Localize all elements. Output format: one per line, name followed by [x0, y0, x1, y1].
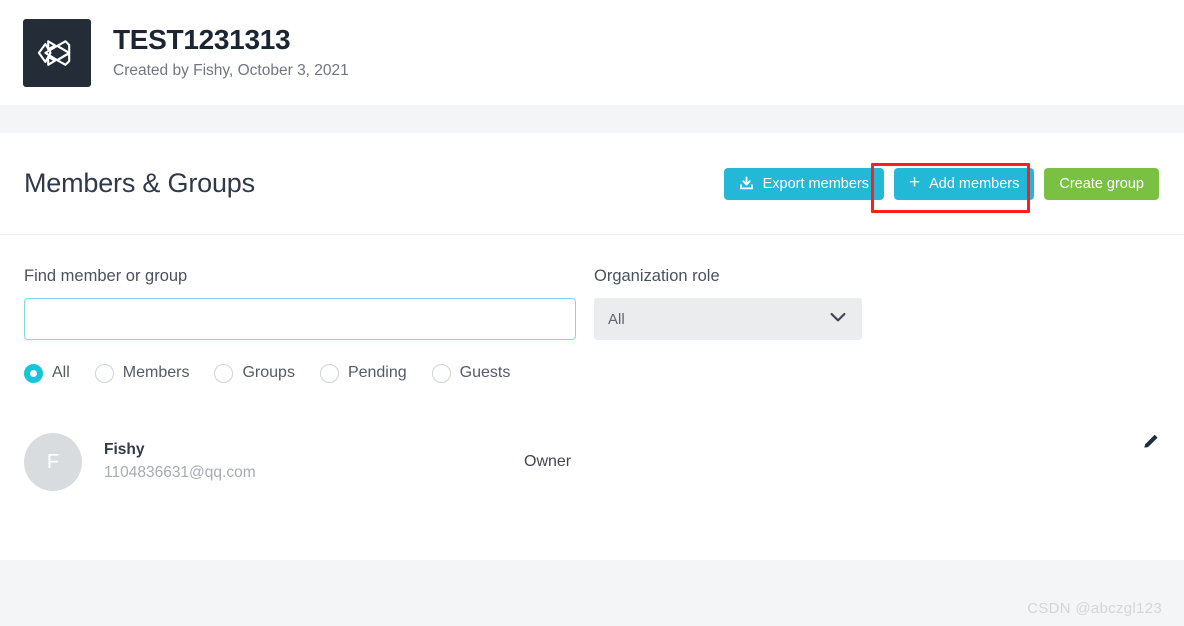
- radio-dot-icon: [94, 363, 114, 383]
- radio-groups[interactable]: Groups: [214, 363, 295, 383]
- member-name: Fishy: [104, 441, 145, 458]
- organization-role-select[interactable]: All: [594, 298, 862, 340]
- edit-member-button[interactable]: [1141, 432, 1160, 454]
- radio-all-label: All: [52, 364, 70, 381]
- header-actions: Export members + Add members Create grou…: [723, 167, 1159, 200]
- filters-section: Find member or group Organization role A…: [0, 235, 1184, 383]
- radio-guests[interactable]: Guests: [431, 363, 511, 383]
- member-email: 1104836631@qq.com: [104, 464, 256, 481]
- export-members-button[interactable]: Export members: [723, 167, 884, 200]
- radio-dot-icon: [214, 363, 234, 383]
- member-role: Owner: [524, 453, 572, 470]
- role-column: Organization role All: [594, 266, 862, 340]
- page-root: TEST1231313 Created by Fishy, October 3,…: [0, 0, 1184, 626]
- unity-logo-icon: [23, 18, 91, 87]
- plus-icon: +: [908, 172, 921, 193]
- table-row: F Fishy 1104836631@qq.com Owner: [0, 426, 1184, 498]
- card-header: Members & Groups Export members + Add me…: [0, 133, 1184, 235]
- radio-pending[interactable]: Pending: [319, 363, 407, 383]
- filter-row: Find member or group Organization role A…: [24, 266, 1160, 340]
- add-members-button[interactable]: + Add members: [893, 167, 1035, 200]
- members-groups-card: Members & Groups Export members + Add me…: [0, 133, 1184, 560]
- radio-members[interactable]: Members: [94, 363, 190, 383]
- csdn-watermark: CSDN @abczgl123: [1027, 600, 1162, 617]
- avatar: F: [24, 433, 82, 491]
- radio-guests-label: Guests: [459, 364, 511, 381]
- download-icon: [739, 176, 754, 191]
- project-subtitle: Created by Fishy, October 3, 2021: [113, 62, 349, 79]
- search-label: Find member or group: [24, 267, 188, 285]
- create-group-button[interactable]: Create group: [1044, 167, 1159, 200]
- pencil-icon: [1141, 432, 1160, 454]
- radio-dot-icon: [24, 363, 43, 383]
- member-identity: Fishy 1104836631@qq.com: [104, 440, 524, 484]
- radio-pending-label: Pending: [347, 364, 407, 381]
- project-text-block: TEST1231313 Created by Fishy, October 3,…: [113, 23, 349, 82]
- organization-role-select-wrapper: All: [594, 298, 862, 340]
- radio-dot-icon: [319, 363, 339, 383]
- page-title: Members & Groups: [24, 168, 255, 198]
- radio-all[interactable]: All: [24, 363, 70, 383]
- project-title: TEST1231313: [113, 24, 291, 55]
- search-column: Find member or group: [24, 266, 576, 340]
- export-members-label: Export members: [762, 175, 869, 192]
- organization-role-label: Organization role: [594, 267, 720, 285]
- radio-dot-icon: [431, 363, 451, 383]
- member-list: F Fishy 1104836631@qq.com Owner: [0, 426, 1184, 498]
- radio-members-label: Members: [122, 364, 190, 381]
- search-input[interactable]: [24, 298, 576, 340]
- radio-groups-label: Groups: [242, 364, 295, 381]
- header-divider-band: [0, 105, 1184, 133]
- add-members-label: Add members: [929, 175, 1020, 192]
- create-group-label: Create group: [1059, 175, 1144, 192]
- project-header: TEST1231313 Created by Fishy, October 3,…: [0, 0, 1184, 105]
- type-filter-radio-group: All Members Groups Pending Guests: [24, 363, 1160, 383]
